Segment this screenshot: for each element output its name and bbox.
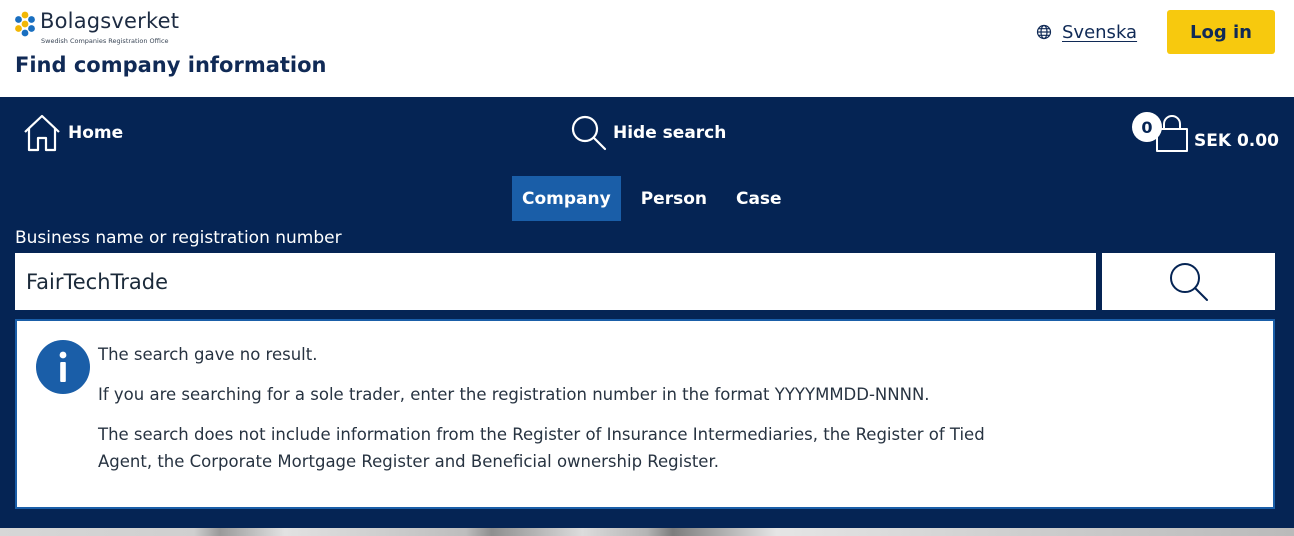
logo-subtitle: Swedish Companies Registration Office: [41, 37, 169, 45]
logo-name: Bolagsverket: [40, 9, 180, 33]
home-icon: [24, 114, 60, 152]
shopping-cart[interactable]: 0 SEK 0.00: [1132, 111, 1282, 157]
tab-case[interactable]: Case: [726, 176, 792, 221]
search-icon: [571, 115, 607, 151]
home-label: Home: [68, 123, 124, 143]
info-icon: [36, 340, 90, 394]
home-link[interactable]: Home: [22, 114, 123, 152]
hide-search-label: Hide search: [613, 123, 727, 143]
no-result-message: The search gave no result. If you are se…: [15, 319, 1275, 509]
page-title: Find company information: [15, 53, 327, 77]
login-button[interactable]: Log in: [1167, 10, 1275, 54]
bolagsverket-logo[interactable]: Bolagsverket Swedish Companies Registrat…: [14, 9, 194, 49]
background-photo: [0, 528, 1294, 536]
site-header: Bolagsverket Swedish Companies Registrat…: [0, 0, 1294, 97]
tab-person[interactable]: Person: [631, 176, 717, 221]
language-switcher[interactable]: Svenska: [1036, 20, 1137, 44]
no-result-text: The search gave no result.: [98, 345, 318, 364]
language-link[interactable]: Svenska: [1062, 22, 1137, 43]
search-panel: Home Hide search 0 SEK 0.00 Company Pers…: [0, 97, 1294, 528]
register-scope-note: The search does not include information …: [98, 425, 985, 471]
tab-company[interactable]: Company: [512, 176, 621, 221]
cart-count-badge: 0: [1132, 112, 1162, 142]
sole-trader-hint: If you are searching for a sole trader, …: [98, 385, 930, 404]
search-button[interactable]: [1102, 253, 1275, 310]
cart-total: SEK 0.00: [1194, 131, 1279, 151]
hide-search-toggle[interactable]: Hide search: [570, 114, 726, 152]
bolagsverket-logo-icon: [15, 11, 35, 37]
search-type-tabs: Company Person Case: [512, 176, 801, 221]
search-input[interactable]: [15, 253, 1096, 310]
globe-icon: [1036, 24, 1052, 40]
search-icon: [1169, 263, 1208, 301]
search-field-label: Business name or registration number: [15, 228, 342, 248]
info-text: The search gave no result. If you are se…: [98, 341, 1038, 475]
